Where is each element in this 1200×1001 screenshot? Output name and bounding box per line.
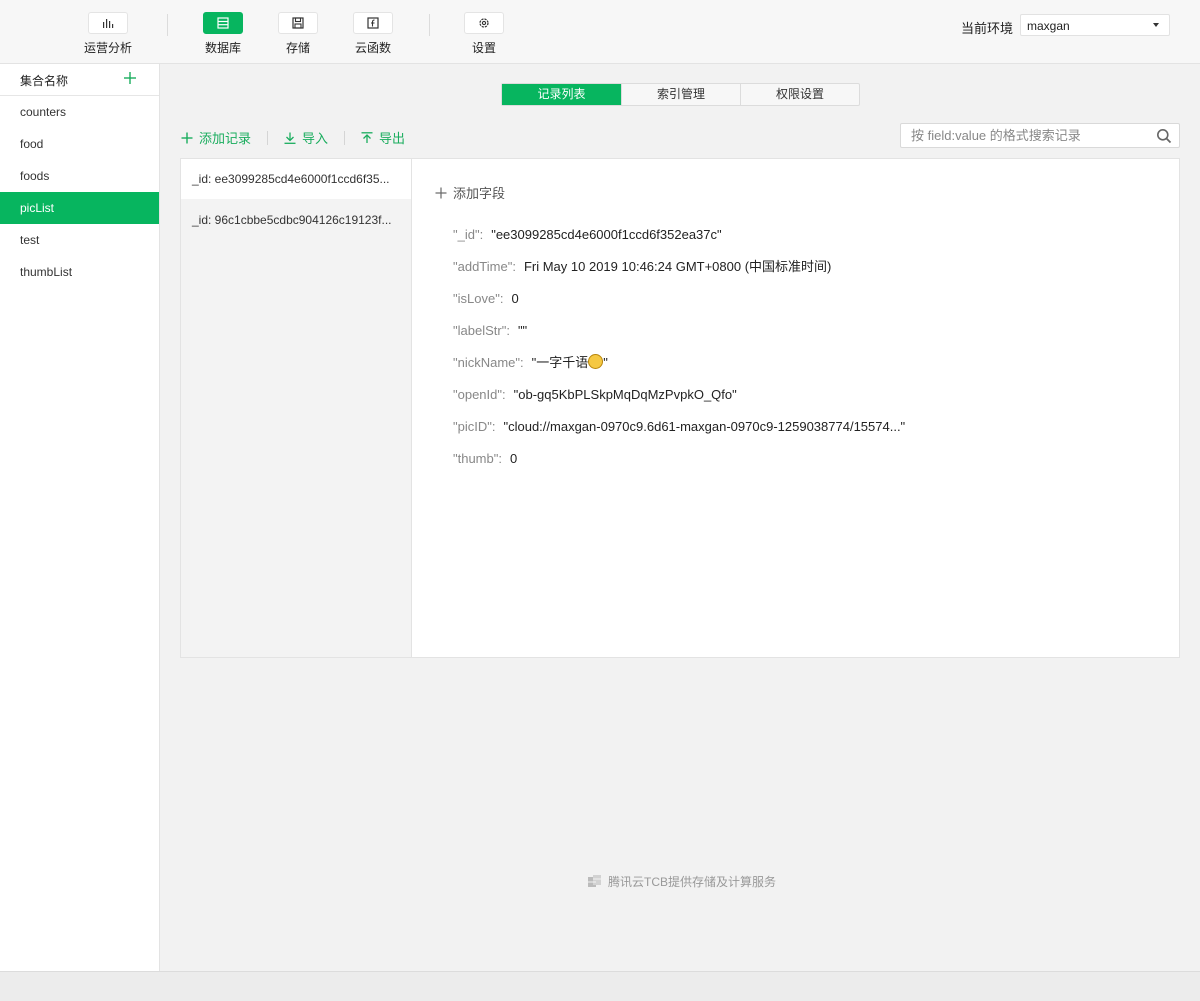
gear-icon <box>479 18 489 28</box>
field-value-end: " <box>603 355 608 370</box>
tool-label: 数据库 <box>204 41 241 55</box>
field-row[interactable]: "isLove": 0 <box>453 289 905 321</box>
plus-icon <box>181 132 193 143</box>
record-search <box>900 123 1180 148</box>
record-detail: 添加字段 "_id": "ee3099285cd4e6000f1ccd6f352e… <box>413 159 1179 657</box>
export-button[interactable]: 导出 <box>361 128 405 147</box>
field-row[interactable]: "addTime": Fri May 10 2019 10:46:24 GMT+0… <box>453 257 905 289</box>
field-key: "openId" <box>453 387 502 402</box>
tab-record-list[interactable]: 记录列表 <box>502 84 621 105</box>
top-toolbar: 运营分析 数据库 存储 云函数 设置 当前环境 maxgan <box>0 0 1200 64</box>
sidebar-item-foods[interactable]: foods <box>0 160 159 192</box>
env-value: maxgan <box>1027 19 1070 33</box>
tab-index-management[interactable]: 索引管理 <box>621 84 740 105</box>
tool-database[interactable]: 数据库 <box>191 12 255 56</box>
import-label: 导入 <box>302 131 329 146</box>
footer-note: 腾讯云TCB提供存储及计算服务 <box>587 873 776 890</box>
field-key: "labelStr" <box>453 323 507 338</box>
field-value: Fri May 10 2019 10:46:24 GMT+0800 (中国标准时… <box>523 259 832 274</box>
save-icon <box>292 17 304 29</box>
export-label: 导出 <box>379 131 406 146</box>
tool-label: 设置 <box>471 41 496 55</box>
add-field-label: 添加字段 <box>453 186 506 201</box>
divider <box>267 130 269 145</box>
field-row[interactable]: "thumb": 0 <box>453 449 905 481</box>
database-icon <box>217 17 229 29</box>
import-button[interactable]: 导入 <box>284 128 328 147</box>
search-input[interactable] <box>901 124 1141 147</box>
field-row[interactable]: "labelStr": "" <box>453 321 905 353</box>
download-icon <box>284 132 296 144</box>
field-value: "ee3099285cd4e6000f1ccd6f352ea37c" <box>491 227 722 242</box>
view-tabs: 记录列表 索引管理 权限设置 <box>501 83 860 106</box>
field-row[interactable]: "_id": "ee3099285cd4e6000f1ccd6f352ea37c" <box>453 225 905 257</box>
records-panel: _id: ee3099285cd4e6000f1ccd6f35... _id: … <box>180 158 1180 658</box>
field-value: 0 <box>510 451 518 466</box>
sidebar-item-counters[interactable]: counters <box>0 96 159 128</box>
field-value: "cloud://maxgan-0970c9.6d61-maxgan-0970c… <box>503 419 906 434</box>
sidebar-item-thumblist[interactable]: thumbList <box>0 256 159 288</box>
add-record-label: 添加记录 <box>199 131 252 146</box>
tab-permissions[interactable]: 权限设置 <box>740 84 859 105</box>
record-actions: 添加记录 导入 导出 <box>181 128 405 147</box>
add-collection-icon[interactable] <box>122 70 138 86</box>
record-item[interactable]: _id: 96c1cbbe5cdbc904126c19123f... <box>181 200 411 240</box>
field-key: "thumb" <box>453 451 499 466</box>
field-row[interactable]: "picID": "cloud://maxgan-0970c9.6d61-maxg… <box>453 417 905 449</box>
field-key: "_id" <box>453 227 480 242</box>
field-row[interactable]: "openId": "ob-gq5KbPLSkpMqDqMzPvpkO_Qfo" <box>453 385 905 417</box>
divider <box>167 14 168 36</box>
env-select[interactable]: maxgan <box>1020 14 1170 36</box>
footer-text: 腾讯云TCB提供存储及计算服务 <box>608 875 777 889</box>
upload-icon <box>361 131 373 143</box>
divider <box>429 14 430 36</box>
emoji-icon <box>588 354 604 369</box>
plus-icon <box>435 187 447 198</box>
sidebar-item-food[interactable]: food <box>0 128 159 160</box>
sidebar-item-piclist[interactable]: picList <box>0 192 159 224</box>
collection-sidebar: 集合名称 counters food foods picList test th… <box>0 64 160 971</box>
tencent-cloud-icon <box>588 875 601 887</box>
field-key: "addTime" <box>453 259 513 274</box>
function-icon <box>367 17 379 29</box>
sidebar-title: 集合名称 <box>20 74 69 88</box>
add-field-button[interactable]: 添加字段 <box>435 183 505 202</box>
tool-label: 云函数 <box>354 41 391 55</box>
tool-cloud-function[interactable]: 云函数 <box>341 12 405 56</box>
field-key: "nickName" <box>453 355 521 370</box>
tool-label: 运营分析 <box>83 41 132 55</box>
tool-storage[interactable]: 存储 <box>266 12 330 56</box>
env-label: 当前环境 <box>961 21 1014 36</box>
sidebar-header: 集合名称 <box>0 64 159 96</box>
field-value-start: "一字千语 <box>531 355 589 370</box>
search-icon[interactable] <box>1156 128 1172 144</box>
tool-settings[interactable]: 设置 <box>452 12 516 56</box>
record-list: _id: ee3099285cd4e6000f1ccd6f35... _id: … <box>181 159 412 657</box>
tool-analytics[interactable]: 运营分析 <box>76 12 140 56</box>
tool-label: 存储 <box>285 41 310 55</box>
sidebar-item-test[interactable]: test <box>0 224 159 256</box>
bar-chart-icon <box>103 19 114 28</box>
field-key: "picID" <box>453 419 492 434</box>
record-item[interactable]: _id: ee3099285cd4e6000f1ccd6f35... <box>181 159 411 199</box>
field-row[interactable]: "nickName": "一字千语 " <box>453 353 905 385</box>
field-value: "" <box>517 323 528 338</box>
field-value: 0 <box>511 291 519 306</box>
divider <box>344 130 346 145</box>
field-list: "_id": "ee3099285cd4e6000f1ccd6f352ea37c"… <box>453 225 905 481</box>
add-record-button[interactable]: 添加记录 <box>181 128 251 147</box>
field-value: "ob-gq5KbPLSkpMqDqMzPvpkO_Qfo" <box>513 387 737 402</box>
field-key: "isLove" <box>453 291 500 306</box>
status-bar <box>0 971 1200 1001</box>
caret-down-icon <box>1153 23 1159 27</box>
